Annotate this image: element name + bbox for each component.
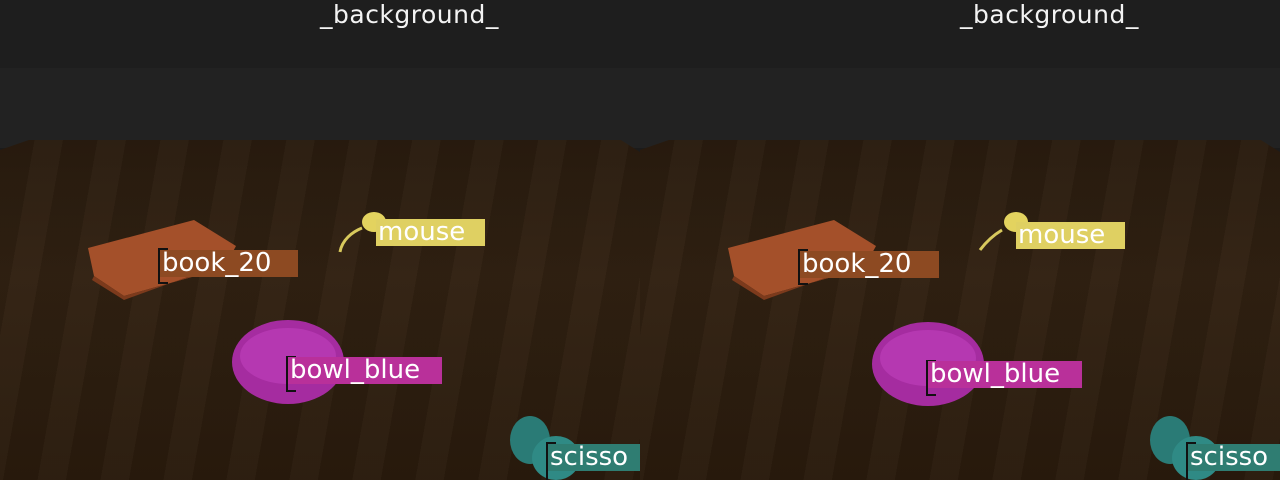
left-camera-view: _background_ book_20 mouse bowl_blue sci…: [0, 0, 640, 480]
scissors-label: scisso: [1188, 444, 1280, 471]
mouse-label: mouse: [376, 219, 485, 246]
bowl-label: bowl_blue: [288, 357, 442, 384]
mouse-label: mouse: [1016, 222, 1125, 249]
background-label: _background_: [960, 0, 1139, 29]
right-camera-view: _background_ book_20 mouse bowl_blue sci…: [640, 0, 1280, 480]
bowl-label: bowl_blue: [928, 361, 1082, 388]
background-wall: [640, 68, 1280, 148]
book-label: book_20: [160, 250, 298, 277]
background-wall: [0, 68, 640, 148]
scissors-label: scisso: [548, 444, 640, 471]
book-label: book_20: [800, 251, 939, 278]
background-label: _background_: [320, 0, 499, 29]
